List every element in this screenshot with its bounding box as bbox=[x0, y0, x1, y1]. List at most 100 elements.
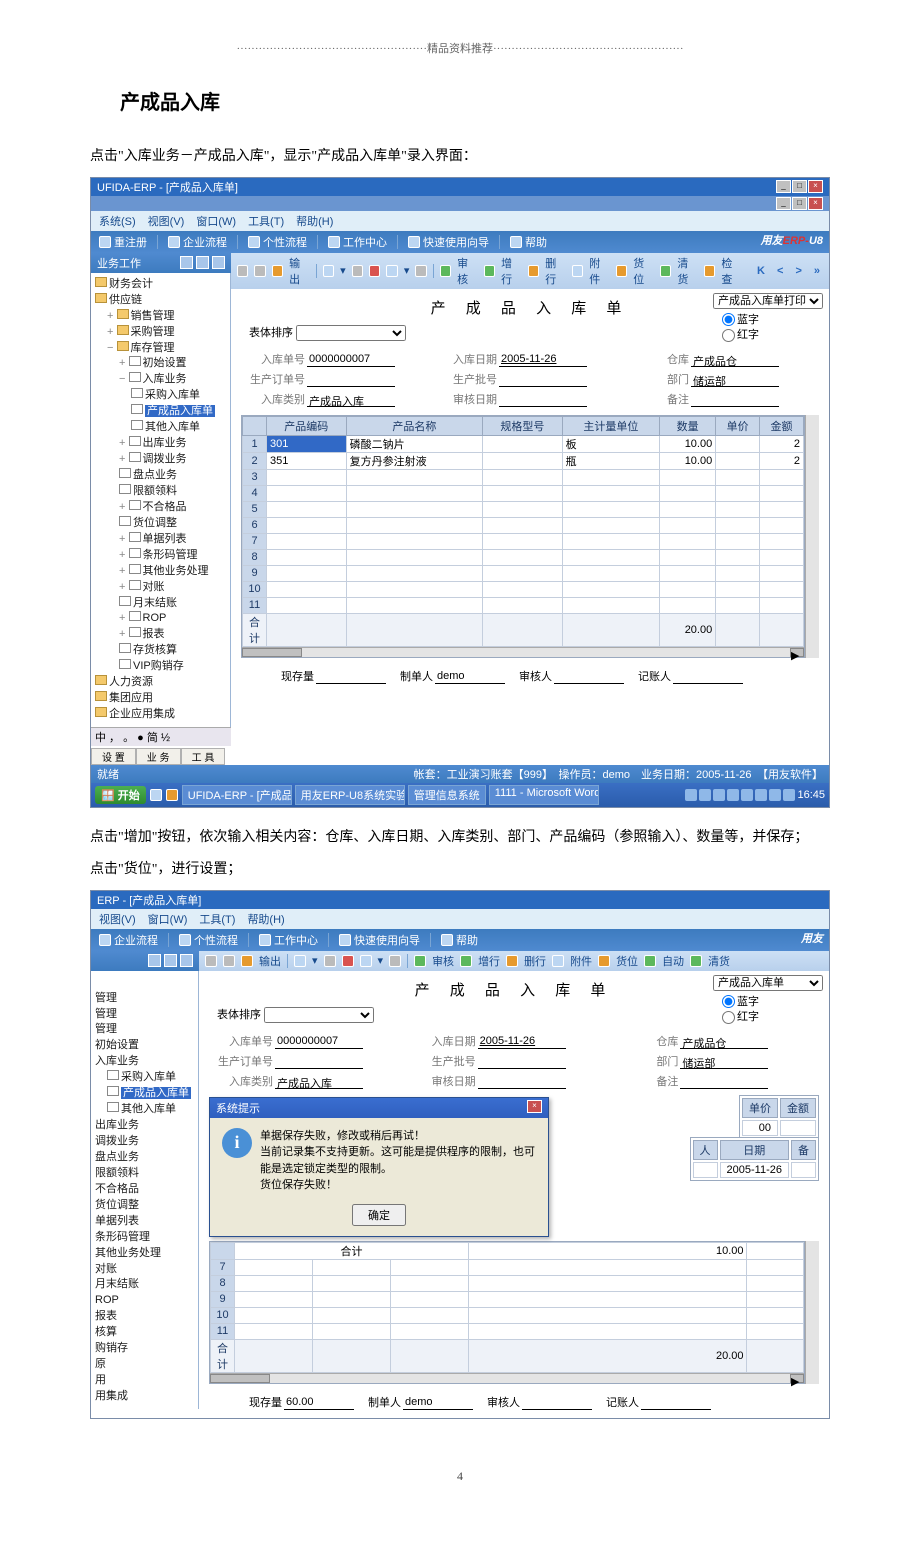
preview-icon[interactable] bbox=[223, 955, 235, 967]
clear-icon[interactable] bbox=[690, 955, 702, 967]
tree-node[interactable]: + 单据列表 bbox=[95, 532, 228, 548]
tree-save-icon[interactable] bbox=[180, 256, 193, 269]
nav-tree-2[interactable]: 管理管理管理初始设置入库业务采购入库单产成品入库单其他入库单出库业务调拨业务盘点… bbox=[91, 971, 199, 1409]
warehouse-value[interactable]: 产成品仓 bbox=[680, 1035, 768, 1049]
tree-node[interactable]: 购销存 bbox=[95, 1341, 196, 1357]
tree-footer-tab[interactable]: 工 具 bbox=[181, 748, 226, 765]
menu-item[interactable]: 视图(V) bbox=[148, 213, 185, 229]
tree-node[interactable]: 月末结账 bbox=[95, 596, 228, 612]
audit-button[interactable]: 审核 bbox=[432, 953, 454, 969]
tree-node[interactable]: + 不合格品 bbox=[95, 500, 228, 516]
slot-icon[interactable] bbox=[598, 955, 610, 967]
type-value[interactable]: 产成品入库 bbox=[275, 1075, 363, 1089]
vscrollbar[interactable] bbox=[805, 415, 819, 658]
detail-grid-2[interactable]: 合计10.00 7 8 9 10 11 合计20.00 ▶ bbox=[209, 1241, 805, 1384]
save-icon[interactable] bbox=[386, 265, 397, 277]
order-value[interactable] bbox=[275, 1055, 363, 1069]
ribbon-item[interactable]: 企业流程 bbox=[99, 932, 158, 948]
tree-open-icon[interactable] bbox=[196, 256, 209, 269]
tree-node[interactable]: 对账 bbox=[95, 1262, 196, 1278]
tree-node[interactable]: 集团应用 bbox=[95, 691, 228, 707]
tree-node[interactable]: 调拨业务 bbox=[95, 1134, 196, 1150]
warehouse-value[interactable]: 产成品仓 bbox=[691, 353, 779, 367]
table-row[interactable]: 3 bbox=[243, 469, 804, 485]
print-icon[interactable] bbox=[237, 265, 248, 277]
tree-node[interactable]: + ROP bbox=[95, 611, 228, 627]
auditdate-value[interactable] bbox=[478, 1075, 566, 1089]
edit-icon[interactable] bbox=[324, 955, 336, 967]
tray-icon[interactable] bbox=[741, 789, 753, 801]
ribbon-item[interactable]: 工作中心 bbox=[328, 234, 387, 250]
table-row[interactable]: 11 bbox=[243, 597, 804, 613]
tree-node[interactable]: 出库业务 bbox=[95, 1118, 196, 1134]
tree-footer-tab[interactable]: 设 置 bbox=[91, 748, 136, 765]
tree-node[interactable]: ROP bbox=[95, 1293, 196, 1309]
tray-icon[interactable] bbox=[755, 789, 767, 801]
tree-node[interactable]: 月末结账 bbox=[95, 1277, 196, 1293]
export-icon[interactable] bbox=[272, 265, 283, 277]
hscrollbar[interactable]: ▶ bbox=[242, 647, 804, 657]
ribbon-item[interactable]: 重注册 bbox=[99, 234, 147, 250]
export-icon[interactable] bbox=[241, 955, 253, 967]
table-row[interactable]: 8 bbox=[243, 549, 804, 565]
tree-refresh-icon[interactable] bbox=[212, 256, 225, 269]
delrow-button[interactable]: 删行 bbox=[545, 255, 566, 287]
slot-button[interactable]: 货位 bbox=[633, 255, 654, 287]
template-select[interactable]: 产成品入库单打印模版 bbox=[713, 293, 823, 309]
tree-node[interactable]: 限额领料 bbox=[95, 1166, 196, 1182]
tree-node[interactable]: 报表 bbox=[95, 1309, 196, 1325]
tree-node[interactable]: − 入库业务 bbox=[95, 372, 228, 388]
tree-node[interactable]: 供应链 bbox=[95, 293, 228, 309]
check-icon[interactable] bbox=[704, 265, 715, 277]
tree-node[interactable]: 用集成 bbox=[95, 1389, 196, 1405]
delete-icon[interactable] bbox=[369, 265, 380, 277]
audit-icon[interactable] bbox=[440, 265, 451, 277]
template-select-2[interactable]: 产成品入库单 bbox=[713, 975, 823, 991]
batch-value[interactable] bbox=[499, 373, 587, 387]
auto-icon[interactable] bbox=[644, 955, 656, 967]
tray-icon[interactable] bbox=[727, 789, 739, 801]
attach-button[interactable]: 附件 bbox=[570, 953, 592, 969]
cancel-icon[interactable] bbox=[389, 955, 401, 967]
tree-node[interactable]: + 销售管理 bbox=[95, 309, 228, 325]
menu-item[interactable]: 窗口(W) bbox=[148, 911, 188, 927]
tree-node[interactable]: + 出库业务 bbox=[95, 436, 228, 452]
table-row[interactable]: 7 bbox=[243, 533, 804, 549]
minimize-button[interactable]: _ bbox=[776, 180, 791, 193]
type-value[interactable]: 产成品入库 bbox=[307, 393, 395, 407]
sort-select-2[interactable] bbox=[264, 1007, 374, 1023]
cancel-icon[interactable] bbox=[415, 265, 426, 277]
delrow-button[interactable]: 删行 bbox=[524, 953, 546, 969]
tree-node[interactable]: 存货核算 bbox=[95, 643, 228, 659]
ribbon-item[interactable]: 帮助 bbox=[441, 932, 478, 948]
tree-node[interactable]: 其他业务处理 bbox=[95, 1246, 196, 1262]
table-row[interactable]: 6 bbox=[243, 517, 804, 533]
tree-node[interactable]: 其他入库单 bbox=[95, 420, 228, 436]
ribbon-item[interactable]: 个性流程 bbox=[179, 932, 238, 948]
output-button[interactable]: 输出 bbox=[259, 953, 281, 969]
attach-button[interactable]: 附件 bbox=[589, 255, 610, 287]
tree-open-icon[interactable] bbox=[164, 954, 177, 967]
mdi-restore-button[interactable]: □ bbox=[792, 197, 807, 210]
save-icon[interactable] bbox=[360, 955, 372, 967]
num-value[interactable]: 0000000007 bbox=[275, 1035, 363, 1049]
auto-button[interactable]: 自动 bbox=[662, 953, 684, 969]
attach-icon[interactable] bbox=[552, 955, 564, 967]
menu-item[interactable]: 工具(T) bbox=[248, 213, 284, 229]
maximize-button[interactable]: □ bbox=[792, 180, 807, 193]
ribbon-item[interactable]: 帮助 bbox=[510, 234, 547, 250]
preview-icon[interactable] bbox=[254, 265, 265, 277]
column-header[interactable]: 产品编码 bbox=[267, 416, 347, 435]
menu-item[interactable]: 帮助(H) bbox=[296, 213, 333, 229]
hscrollbar-2[interactable]: ▶ bbox=[210, 1373, 804, 1383]
column-header[interactable]: 主计量单位 bbox=[562, 416, 659, 435]
next-record-button[interactable]: > bbox=[792, 265, 804, 277]
tray-icon[interactable] bbox=[783, 789, 795, 801]
start-button[interactable]: 🪟 开始 bbox=[95, 786, 146, 804]
taskbar-item[interactable]: 用友ERP-U8系统实验… bbox=[295, 785, 405, 805]
tray-icon[interactable] bbox=[769, 789, 781, 801]
addrow-icon[interactable] bbox=[460, 955, 472, 967]
tree-node[interactable]: + 调拨业务 bbox=[95, 452, 228, 468]
ribbon-item[interactable]: 企业流程 bbox=[168, 234, 227, 250]
tree-node[interactable]: + 其他业务处理 bbox=[95, 564, 228, 580]
